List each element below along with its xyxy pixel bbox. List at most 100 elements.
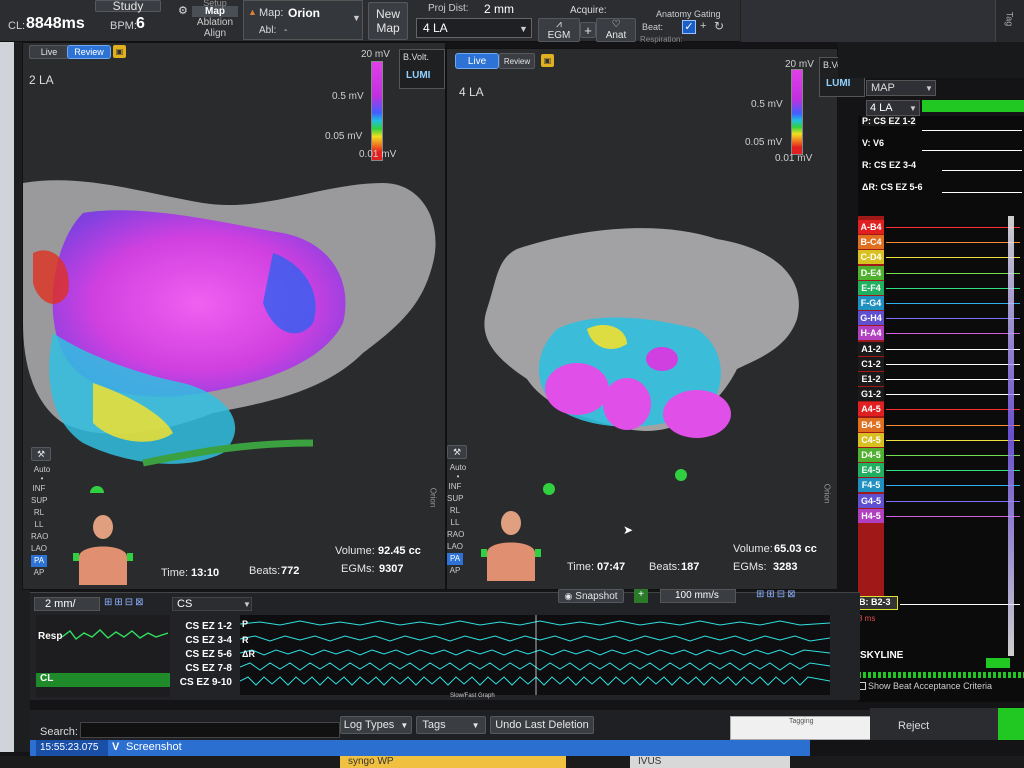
cs-dropdown[interactable]: CS ▼ xyxy=(172,597,252,611)
respiration-label: Respiration: xyxy=(640,35,683,44)
ref-channel-delta-r[interactable]: ΔR: CS EZ 5-6 xyxy=(862,182,922,192)
study-button[interactable]: Study xyxy=(95,0,161,13)
tags-dropdown[interactable]: Tags ▼ xyxy=(416,716,486,734)
live-button[interactable]: Live xyxy=(29,45,69,59)
view-pa[interactable]: PA xyxy=(447,553,463,565)
channel-row[interactable]: A1-2 xyxy=(858,341,1024,357)
zoom-icons-left[interactable]: ⊞⊞⊟⊠ xyxy=(104,597,164,611)
egm-trace-area[interactable]: P R ΔR xyxy=(239,615,831,695)
channel-row[interactable]: E1-2 xyxy=(858,372,1024,387)
plus-icon[interactable]: + xyxy=(700,20,706,32)
egm-channel-1[interactable]: CS EZ 1-2 xyxy=(172,621,232,635)
auto-label[interactable]: Auto xyxy=(31,465,53,474)
plus-button[interactable]: + xyxy=(580,22,596,38)
sweep-speed-left[interactable]: 2 mm/ xyxy=(34,597,100,611)
channel-row[interactable]: D4-5 xyxy=(858,448,1024,463)
channel-row[interactable]: F4-5 xyxy=(858,478,1024,493)
lock-icon[interactable]: ▣ xyxy=(541,54,554,67)
lock-icon[interactable]: ▣ xyxy=(113,45,126,58)
tag-panel[interactable]: Tag xyxy=(995,0,1024,42)
view-rl[interactable]: RL xyxy=(31,507,47,519)
egm-acquire-button[interactable]: ⩘ EGM xyxy=(538,18,580,42)
channel-row[interactable]: A4-5 xyxy=(858,402,1024,417)
live-button[interactable]: Live xyxy=(455,53,499,69)
mouse-cursor-icon: ➤ xyxy=(623,523,634,537)
view-sup[interactable]: SUP xyxy=(447,493,463,505)
channel-row[interactable]: B-C4 xyxy=(858,235,1024,250)
taskbar-syngo[interactable]: syngo WP xyxy=(340,756,566,768)
reject-panel[interactable]: Reject xyxy=(870,708,998,740)
gear-icon[interactable]: ⚙ xyxy=(178,4,188,17)
reject-label: Reject xyxy=(898,720,930,732)
egm-strip[interactable]: 2 mm/ ⊞⊞⊟⊠ CS ▼ ◉ Snapshot + 100 mm/s ⊞⊞⊟… xyxy=(30,589,860,700)
channel-row[interactable]: F-G4 xyxy=(858,296,1024,311)
ref-channel-p[interactable]: P: CS EZ 1-2 xyxy=(862,116,916,126)
view-rao[interactable]: RAO xyxy=(447,529,464,541)
skyline-green-indicator xyxy=(986,658,1010,668)
anat-acquire-button[interactable]: ♡ Anat xyxy=(596,18,636,42)
channel-row[interactable]: G4-5 xyxy=(858,493,1024,509)
right-3d-map[interactable] xyxy=(477,219,817,489)
egm-channel-3[interactable]: CS EZ 5-6 xyxy=(172,649,232,663)
channel-row[interactable]: H-A4 xyxy=(858,326,1024,341)
map-selector[interactable]: ▲ Map: Orion ▼ Abl: - xyxy=(243,0,363,40)
egm-channel-5[interactable]: CS EZ 9-10 xyxy=(172,677,232,691)
zoom-icons-right[interactable]: ⊞⊞⊟⊠ xyxy=(756,589,832,603)
map-dropdown[interactable]: 4 LA ▼ xyxy=(416,18,532,38)
channel-row[interactable]: B4-5 xyxy=(858,417,1024,433)
view-lao[interactable]: LAO xyxy=(31,543,47,555)
channel-map-dropdown[interactable]: MAP ▼ xyxy=(866,80,936,96)
view-inf[interactable]: INF xyxy=(31,483,47,495)
tagging-box[interactable]: Tagging xyxy=(730,716,886,740)
refresh-icon[interactable]: ↻ xyxy=(714,19,724,33)
channel-map-sub-dropdown[interactable]: 4 LA ▼ xyxy=(866,100,920,116)
workflow-ablation[interactable]: Ablation xyxy=(192,17,238,28)
channel-row[interactable]: E-F4 xyxy=(858,280,1024,296)
left-3d-map[interactable] xyxy=(23,163,447,493)
ref-channel-v[interactable]: V: V6 xyxy=(862,138,884,148)
sweep-speed-right[interactable]: 100 mm/s xyxy=(660,589,736,603)
channel-row[interactable]: G-H4 xyxy=(858,311,1024,326)
hammer-icon[interactable]: ⚒ xyxy=(31,447,51,461)
channel-row[interactable]: C-D4 xyxy=(858,250,1024,265)
log-types-dropdown[interactable]: Log Types ▼ xyxy=(340,716,412,734)
channel-row[interactable]: E4-5 xyxy=(858,463,1024,478)
channel-row[interactable]: C1-2 xyxy=(858,356,1024,372)
view-inf[interactable]: INF xyxy=(447,481,463,493)
accept-green-button[interactable] xyxy=(998,708,1024,740)
ref-channel-r[interactable]: R: CS EZ 3-4 xyxy=(862,160,916,170)
channel-row[interactable]: D-E4 xyxy=(858,265,1024,281)
egm-channel-4[interactable]: CS EZ 7-8 xyxy=(172,663,232,677)
egm-channel-2[interactable]: CS EZ 3-4 xyxy=(172,635,232,649)
view-lao[interactable]: LAO xyxy=(447,541,463,553)
review-button[interactable]: Review xyxy=(67,45,111,59)
channel-row[interactable]: C4-5 xyxy=(858,432,1024,448)
view-ll[interactable]: LL xyxy=(31,519,47,531)
view-rao[interactable]: RAO xyxy=(31,531,48,543)
right-map-panel[interactable]: Live Review ▣ 4 LA 20 mV 0.5 mV 0.05 mV … xyxy=(446,48,865,590)
view-ll[interactable]: LL xyxy=(447,517,463,529)
beat-gating-checkbox[interactable]: ✓ xyxy=(682,20,696,34)
view-ap[interactable]: AP xyxy=(31,567,47,579)
auto-label[interactable]: Auto xyxy=(447,463,469,472)
hammer-icon[interactable]: ⚒ xyxy=(447,445,467,459)
review-button[interactable]: Review xyxy=(499,53,535,69)
new-map-button[interactable]: New Map xyxy=(368,2,408,40)
view-rl[interactable]: RL xyxy=(447,505,463,517)
undo-last-deletion-button[interactable]: Undo Last Deletion xyxy=(490,716,594,734)
snapshot-button[interactable]: ◉ Snapshot xyxy=(558,589,624,603)
taskbar-ivus[interactable]: IVUS xyxy=(630,756,790,768)
search-input[interactable] xyxy=(80,722,340,738)
workflow-align[interactable]: Align xyxy=(192,28,238,39)
channel-row[interactable]: G1-2 xyxy=(858,387,1024,402)
workflow-map[interactable]: Map xyxy=(192,6,238,17)
view-sup[interactable]: SUP xyxy=(31,495,47,507)
channel-row[interactable]: A-B4 xyxy=(858,220,1024,235)
channel-row[interactable]: H4-5 xyxy=(858,508,1024,524)
view-ap[interactable]: AP xyxy=(447,565,463,577)
b-channel-label[interactable]: B: B2-3 xyxy=(858,596,898,610)
bvolt-selector[interactable]: B.Volt. LUMI xyxy=(399,49,445,89)
view-pa[interactable]: PA xyxy=(31,555,47,567)
add-icon[interactable]: + xyxy=(634,589,648,603)
left-map-panel[interactable]: Live Review ▣ 2 LA 20 mV 0.5 mV 0.05 mV … xyxy=(22,42,446,590)
